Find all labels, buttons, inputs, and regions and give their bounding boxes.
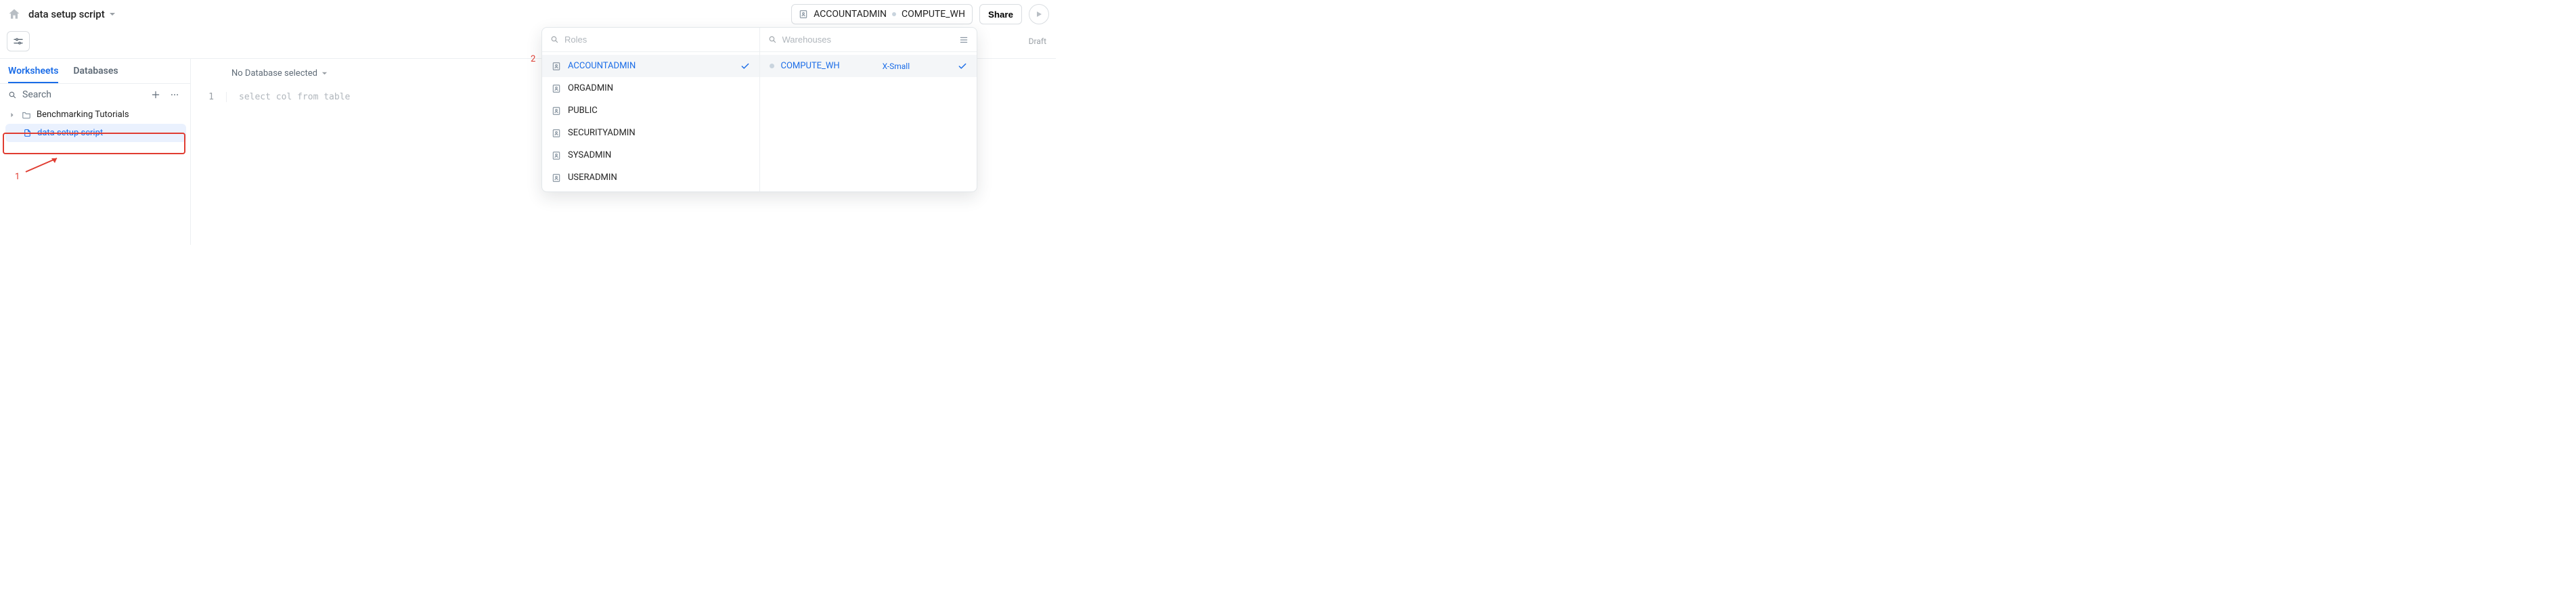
role-item-orgadmin[interactable]: ORGADMIN xyxy=(542,77,759,99)
new-worksheet-button[interactable] xyxy=(151,90,164,99)
tree-file-label: data setup script xyxy=(37,128,103,138)
worksheet-file-icon xyxy=(23,129,32,137)
tree-file-selected[interactable]: data setup script xyxy=(5,124,186,142)
home-icon[interactable] xyxy=(7,7,22,22)
top-bar: data setup script ACCOUNTADMIN COMPUTE_W… xyxy=(0,0,1056,28)
roles-list: ACCOUNTADMIN ORGADMIN PUBLIC SECURITYADM… xyxy=(542,52,759,191)
warehouse-status-dot-icon xyxy=(770,64,774,68)
sidebar-tree: Benchmarking Tutorials data setup script xyxy=(0,106,190,146)
roles-search[interactable] xyxy=(542,28,759,52)
role-item-label: SYSADMIN xyxy=(568,150,611,160)
tab-worksheets[interactable]: Worksheets xyxy=(8,59,58,83)
role-item-sysadmin[interactable]: SYSADMIN xyxy=(542,144,759,166)
warehouses-search-input[interactable] xyxy=(782,35,954,45)
warehouses-column: COMPUTE_WH X-Small xyxy=(759,28,977,191)
sidebar-tabs: Worksheets Databases xyxy=(0,59,190,84)
folder-icon xyxy=(22,110,31,120)
search-icon xyxy=(550,35,559,44)
database-selector-caret-icon xyxy=(321,70,328,76)
list-view-icon[interactable] xyxy=(959,35,969,45)
context-separator-dot-icon xyxy=(892,12,896,16)
search-icon xyxy=(768,35,777,44)
warehouses-search[interactable] xyxy=(760,28,977,52)
database-selector-label: No Database selected xyxy=(231,68,317,78)
check-icon xyxy=(740,62,750,71)
filters-toggle-button[interactable] xyxy=(7,31,30,51)
check-icon xyxy=(958,62,967,71)
role-icon xyxy=(552,151,561,160)
warehouse-item-label: COMPUTE_WH xyxy=(781,61,840,71)
annotation-arrow-icon xyxy=(23,154,64,175)
search-icon xyxy=(8,91,17,99)
role-item-label: ACCOUNTADMIN xyxy=(568,61,636,71)
worksheet-title[interactable]: data setup script xyxy=(28,8,105,20)
warehouse-size-tag: X-Small xyxy=(883,62,910,71)
share-button[interactable]: Share xyxy=(979,4,1022,24)
role-badge-icon xyxy=(799,9,808,19)
role-icon xyxy=(552,129,561,138)
role-item-useradmin[interactable]: USERADMIN xyxy=(542,166,759,189)
roles-search-input[interactable] xyxy=(564,35,751,45)
role-icon xyxy=(552,62,561,71)
sidebar: Worksheets Databases Search xyxy=(0,59,191,245)
sidebar-search-row: Search xyxy=(0,84,190,106)
warehouse-item-compute-wh[interactable]: COMPUTE_WH X-Small xyxy=(760,55,977,77)
role-item-securityadmin[interactable]: SECURITYADMIN xyxy=(542,122,759,144)
code-line[interactable]: select col from table xyxy=(226,92,350,102)
context-warehouse-label: COMPUTE_WH xyxy=(902,9,965,20)
role-item-accountadmin[interactable]: ACCOUNTADMIN xyxy=(542,55,759,77)
context-popover: ACCOUNTADMIN ORGADMIN PUBLIC SECURITYADM… xyxy=(541,27,977,192)
context-role-label: ACCOUNTADMIN xyxy=(814,9,887,20)
chevron-right-icon xyxy=(9,112,16,118)
role-item-label: USERADMIN xyxy=(568,173,617,183)
role-item-label: SECURITYADMIN xyxy=(568,128,636,138)
sidebar-search-label[interactable]: Search xyxy=(22,89,51,100)
tree-folder-label: Benchmarking Tutorials xyxy=(37,110,129,120)
role-item-label: PUBLIC xyxy=(568,106,598,116)
role-icon xyxy=(552,173,561,183)
roles-column: ACCOUNTADMIN ORGADMIN PUBLIC SECURITYADM… xyxy=(542,28,759,191)
role-item-public[interactable]: PUBLIC xyxy=(542,99,759,122)
tab-databases[interactable]: Databases xyxy=(73,59,118,83)
draft-status: Draft xyxy=(1029,37,1046,46)
annotation-number-2: 2 xyxy=(531,54,535,64)
run-button[interactable] xyxy=(1029,4,1049,24)
line-number: 1 xyxy=(191,92,226,102)
role-icon xyxy=(552,84,561,93)
context-role-warehouse-button[interactable]: ACCOUNTADMIN COMPUTE_WH xyxy=(791,4,973,24)
role-item-label: ORGADMIN xyxy=(568,83,613,93)
warehouses-list: COMPUTE_WH X-Small xyxy=(760,52,977,80)
role-icon xyxy=(552,106,561,116)
sidebar-more-button[interactable] xyxy=(170,90,183,99)
tree-folder[interactable]: Benchmarking Tutorials xyxy=(4,106,186,124)
worksheet-title-caret-icon[interactable] xyxy=(109,11,116,18)
annotation-number-1: 1 xyxy=(15,172,20,182)
